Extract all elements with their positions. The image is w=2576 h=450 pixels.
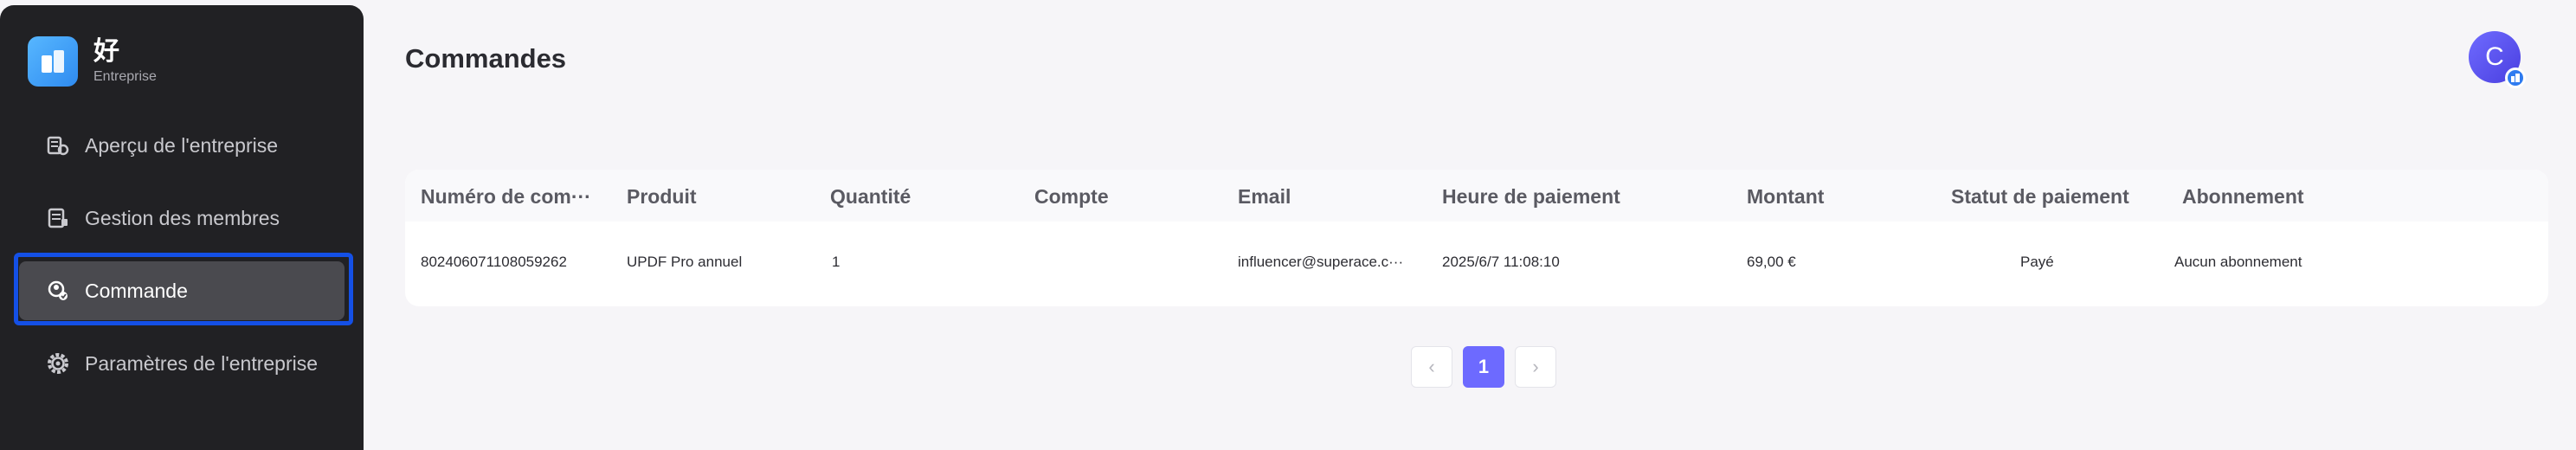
sidebar-item-label: Commande bbox=[85, 279, 188, 302]
gear-icon bbox=[45, 350, 71, 376]
sidebar-item-label: Gestion des membres bbox=[85, 206, 280, 229]
sidebar-item-label: Paramètres de l'entreprise bbox=[85, 351, 319, 375]
members-icon bbox=[45, 205, 71, 231]
column-amount: Montant bbox=[1747, 185, 1825, 208]
pagination-page-1[interactable]: 1 bbox=[1463, 346, 1504, 388]
column-payment-time: Heure de paiement bbox=[1442, 185, 1620, 208]
sidebar-item-settings[interactable]: Paramètres de l'entreprise bbox=[19, 334, 345, 393]
column-email: Email bbox=[1238, 185, 1291, 208]
cell-quantity: 1 bbox=[832, 254, 840, 270]
cell-product: UPDF Pro annuel bbox=[627, 254, 743, 270]
column-payment-status: Statut de paiement bbox=[1951, 185, 2129, 208]
brand-name: 好 bbox=[93, 37, 119, 66]
cell-payment-status: Payé bbox=[2020, 254, 2054, 270]
cell-subscription: Aucun abonnement bbox=[2174, 254, 2302, 270]
sidebar-item-members[interactable]: Gestion des membres bbox=[19, 189, 345, 248]
pagination-prev-button[interactable]: ‹ bbox=[1411, 346, 1452, 388]
cell-amount: 69,00 € bbox=[1747, 254, 1796, 270]
sidebar-item-overview[interactable]: Aperçu de l'entreprise bbox=[19, 116, 345, 175]
pagination-next-button[interactable]: › bbox=[1515, 346, 1556, 388]
column-subscription: Abonnement bbox=[2182, 185, 2304, 208]
table-header: Numéro de com··· Produit Quantité Compte… bbox=[405, 170, 2548, 222]
column-order-number: Numéro de com··· bbox=[421, 185, 591, 208]
cell-payment-time: 2025/6/7 11:08:10 bbox=[1442, 254, 1560, 270]
orders-table: Numéro de com··· Produit Quantité Compte… bbox=[405, 170, 2548, 306]
brand-logo-icon bbox=[28, 36, 78, 87]
building-chart-icon bbox=[45, 132, 71, 158]
cell-order-number: 802406071108059262 bbox=[421, 254, 567, 270]
enterprise-badge-icon bbox=[2505, 68, 2526, 88]
sidebar-item-order[interactable]: Commande bbox=[19, 261, 345, 320]
brand[interactable]: 好 Entreprise bbox=[28, 36, 157, 87]
page-title: Commandes bbox=[405, 43, 567, 74]
cell-email: influencer@superace.c··· bbox=[1238, 254, 1404, 270]
brand-subtitle: Entreprise bbox=[93, 69, 157, 84]
column-product: Produit bbox=[627, 185, 697, 208]
sidebar: 好 Entreprise Aperçu de l'entreprise Gest… bbox=[0, 5, 364, 450]
sidebar-item-label: Aperçu de l'entreprise bbox=[85, 133, 279, 157]
order-search-icon bbox=[45, 278, 71, 304]
column-quantity: Quantité bbox=[830, 185, 911, 208]
column-account: Compte bbox=[1034, 185, 1109, 208]
